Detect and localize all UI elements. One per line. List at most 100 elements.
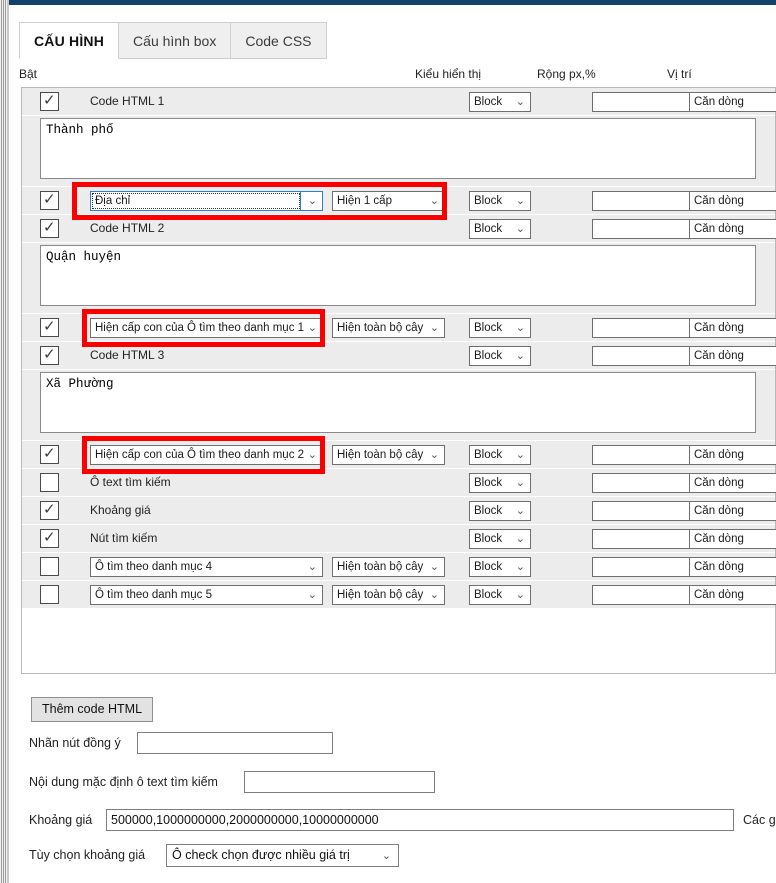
price-option-select[interactable]: Ô check chọn được nhiều giá trị ⌄ [166,844,399,867]
chevron-down-icon: ⌄ [515,560,525,573]
display-type-select[interactable]: Block ⌄ [469,445,531,465]
display-type-select-value: Block [474,561,503,573]
level-select-value: Hiện toàn bộ cây [337,561,424,573]
html-code-textarea[interactable]: Xã Phường [40,372,756,433]
check-icon: ✓ [43,444,56,462]
chevron-down-icon: ⌄ [307,560,317,573]
source-select[interactable]: Địa chỉ ⌄ [90,191,323,211]
chevron-down-icon: ⌄ [429,560,439,573]
chevron-down-icon: ⌄ [515,95,525,108]
display-type-select-value: Block [474,195,503,207]
level-select[interactable]: Hiện toàn bộ cây ⌄ [332,585,445,605]
display-type-select-value: Block [474,505,503,517]
enable-checkbox[interactable] [40,557,59,576]
display-type-select[interactable]: Block ⌄ [469,219,531,239]
level-select-value: Hiện toàn bộ cây [337,589,424,601]
html-code-textarea[interactable]: Thành phố [40,118,756,179]
enable-checkbox[interactable]: ✓ [40,444,59,464]
display-type-select-value: Block [474,96,503,108]
level-select[interactable]: Hiện toàn bộ cây ⌄ [332,445,445,465]
position-select[interactable]: Căn dòng⌄ [689,219,776,239]
check-icon: ✓ [43,218,56,236]
enable-checkbox[interactable] [40,473,59,492]
search-default-label: Nội dung mặc định ô text tìm kiếm [29,775,218,789]
enable-checkbox[interactable]: ✓ [40,218,59,238]
source-select-value: Địa chỉ [95,195,131,207]
search-default-input[interactable] [244,771,435,793]
add-html-code-button[interactable]: Thêm code HTML [31,697,154,722]
agree-button-input[interactable] [137,732,333,754]
display-type-select-value: Block [474,533,503,545]
config-row-label: Nút tìm kiếm [90,531,158,545]
display-type-select[interactable]: Block ⌄ [469,191,531,211]
check-icon: ✓ [43,528,56,546]
tab-cau-hinh-box[interactable]: Cấu hình box [119,22,232,59]
position-select[interactable]: Căn dòng⌄ [689,557,776,577]
config-row-label: Code HTML 3 [90,348,165,362]
html-code-textarea-row: Thành phố [22,116,775,187]
source-select[interactable]: Hiện cấp con của Ô tìm theo danh mục 2 ⌄ [90,445,323,465]
enable-checkbox[interactable]: ✓ [40,91,59,111]
display-type-select[interactable]: Block ⌄ [469,346,531,366]
chevron-down-icon: ⌄ [307,448,317,461]
html-code-textarea[interactable]: Quận huyện [40,245,756,306]
check-icon: ✓ [43,317,56,335]
display-type-select[interactable]: Block ⌄ [469,92,531,112]
position-select[interactable]: Căn dòng⌄ [689,346,776,366]
display-type-select[interactable]: Block ⌄ [469,585,531,605]
position-select[interactable]: Căn dòng⌄ [689,585,776,605]
source-select[interactable]: Ô tìm theo danh mục 5 ⌄ [90,585,323,605]
config-row: ✓ Hiện cấp con của Ô tìm theo danh mục 1 ⌄… [22,314,776,342]
price-range-trailing-text: Các giá t [743,813,776,827]
display-type-select[interactable]: Block ⌄ [469,557,531,577]
config-row-label: Ô text tìm kiếm [90,475,171,489]
display-type-select-value: Block [474,350,503,362]
position-select[interactable]: Căn dòng⌄ [689,445,776,465]
column-header-display-type: Kiểu hiển thị [415,67,482,81]
display-type-select-value: Block [474,477,503,489]
display-type-select[interactable]: Block ⌄ [469,318,531,338]
level-select-value: Hiện 1 cấp [337,195,392,207]
position-select[interactable]: Căn dòng⌄ [689,92,776,112]
config-row: ✓ Code HTML 1 Block ⌄ Căn dòng⌄ [22,88,776,116]
enable-checkbox[interactable]: ✓ [40,500,59,520]
display-type-select-value: Block [474,322,503,334]
check-icon: ✓ [43,190,56,208]
display-type-select[interactable]: Block ⌄ [469,473,531,493]
config-row: ✓ Hiện cấp con của Ô tìm theo danh mục 2 ⌄… [22,441,776,469]
position-select[interactable]: Căn dòng⌄ [689,501,776,521]
chevron-down-icon: ⌄ [307,194,317,207]
chevron-down-icon: ⌄ [515,504,525,517]
position-select-value: Căn dòng [694,589,744,601]
price-range-input[interactable]: 500000,1000000000,2000000000,10000000000 [106,809,734,831]
enable-checkbox[interactable] [40,585,59,604]
level-select[interactable]: Hiện toàn bộ cây ⌄ [332,318,445,338]
tab-code-css[interactable]: Code CSS [231,22,327,59]
tab-cau-hinh[interactable]: CẤU HÌNH [19,22,120,59]
chevron-down-icon: ⌄ [515,588,525,601]
enable-checkbox[interactable]: ✓ [40,190,59,210]
position-select[interactable]: Căn dòng⌄ [689,529,776,549]
config-row: ✓ Khoảng giá Block ⌄ Căn dòng⌄ [22,497,776,525]
column-header-enable: Bật [19,67,38,81]
level-select-value: Hiện toàn bộ cây [337,322,424,334]
chevron-down-icon: ⌄ [429,194,439,207]
display-type-select-value: Block [474,223,503,235]
page-content: CẤU HÌNH Cấu hình box Code CSS Bật Kiểu … [9,5,776,883]
display-type-select[interactable]: Block ⌄ [469,529,531,549]
position-select[interactable]: Căn dòng⌄ [689,318,776,338]
chevron-down-icon: ⌄ [429,448,439,461]
chevron-down-icon: ⌄ [381,849,391,862]
level-select[interactable]: Hiện toàn bộ cây ⌄ [332,557,445,577]
window-left-rail [0,0,9,883]
enable-checkbox[interactable]: ✓ [40,528,59,548]
source-select[interactable]: Hiện cấp con của Ô tìm theo danh mục 1 ⌄ [90,318,323,338]
source-select[interactable]: Ô tìm theo danh mục 4 ⌄ [90,557,323,577]
position-select[interactable]: Căn dòng⌄ [689,191,776,211]
display-type-select[interactable]: Block ⌄ [469,501,531,521]
enable-checkbox[interactable]: ✓ [40,345,59,365]
price-range-label: Khoảng giá [29,813,93,827]
enable-checkbox[interactable]: ✓ [40,317,59,337]
position-select[interactable]: Căn dòng⌄ [689,473,776,493]
level-select[interactable]: Hiện 1 cấp ⌄ [332,191,445,211]
